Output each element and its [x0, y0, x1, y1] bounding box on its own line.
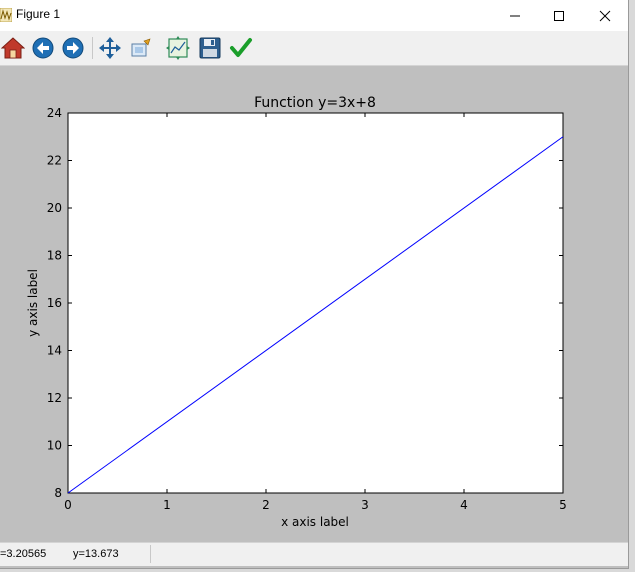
- configure-subplots-button[interactable]: [165, 35, 191, 61]
- x-tick-label: 2: [262, 498, 270, 512]
- y-tick-label: 24: [47, 106, 62, 120]
- edit-parameters-button[interactable]: [228, 35, 254, 61]
- plot-svg: Function y=3x+8 0 1 2 3 4 581012141618202224 …: [26, 95, 567, 529]
- y-tick-label: 12: [47, 391, 62, 405]
- y-tick-label: 8: [54, 486, 62, 500]
- title-bar[interactable]: Figure 1: [0, 0, 628, 32]
- x-tick-label: 5: [559, 498, 567, 512]
- x-axis-label: x axis label: [281, 515, 349, 529]
- figure-window: Figure 1 Function y=3x+8 0 1 2 3 4 5 8 1…: [0, 0, 629, 569]
- home-button[interactable]: [0, 35, 26, 61]
- toolbar-separator: [92, 37, 93, 59]
- status-divider: [150, 545, 151, 563]
- window-title: Figure 1: [16, 7, 61, 21]
- y-tick-label: 16: [47, 296, 62, 310]
- checkmark-icon: [230, 38, 252, 57]
- back-arrow-icon: [32, 37, 54, 59]
- home-icon: [1, 37, 25, 59]
- y-tick-label: 10: [47, 439, 62, 453]
- app-icon: [0, 8, 12, 22]
- pan-button[interactable]: [97, 35, 123, 61]
- x-tick-label: 1: [163, 498, 171, 512]
- maximize-button[interactable]: [536, 0, 582, 31]
- forward-button[interactable]: [60, 35, 86, 61]
- x-tick-label: 0: [64, 498, 72, 512]
- chart-title: Function y=3x+8: [254, 95, 376, 111]
- y-tick-label: 18: [47, 249, 62, 263]
- zoom-button[interactable]: [128, 35, 154, 61]
- y-tick-label: 14: [47, 344, 62, 358]
- navigation-toolbar: [0, 31, 628, 66]
- maximize-icon: [554, 10, 564, 21]
- subplots-icon: [166, 36, 190, 60]
- axes-area[interactable]: [67, 112, 564, 494]
- back-button[interactable]: [30, 35, 56, 61]
- x-tick-label: 3: [361, 498, 369, 512]
- forward-arrow-icon: [62, 37, 84, 59]
- cursor-y-readout: y=13.673: [73, 548, 119, 560]
- pan-move-icon: [99, 37, 121, 59]
- y-tick-label: 22: [47, 154, 62, 168]
- figure-canvas[interactable]: Function y=3x+8 0 1 2 3 4 5 8 10 12 14 16 18 20 22 24 …: [0, 66, 628, 542]
- save-floppy-icon: [199, 37, 221, 59]
- x-tick-label: 4: [460, 498, 468, 512]
- y-tick-label: 20: [47, 201, 62, 215]
- y-axis-label: y axis label: [26, 269, 40, 337]
- cursor-x-readout: =3.20565: [0, 548, 47, 560]
- status-bar: =3.20565 y=13.673: [0, 542, 628, 566]
- minimize-icon: [510, 15, 520, 16]
- minimize-button[interactable]: [492, 0, 538, 31]
- close-icon: [599, 10, 611, 21]
- save-button[interactable]: [197, 35, 223, 61]
- zoom-rect-icon: [131, 38, 151, 57]
- close-button[interactable]: [582, 0, 628, 31]
